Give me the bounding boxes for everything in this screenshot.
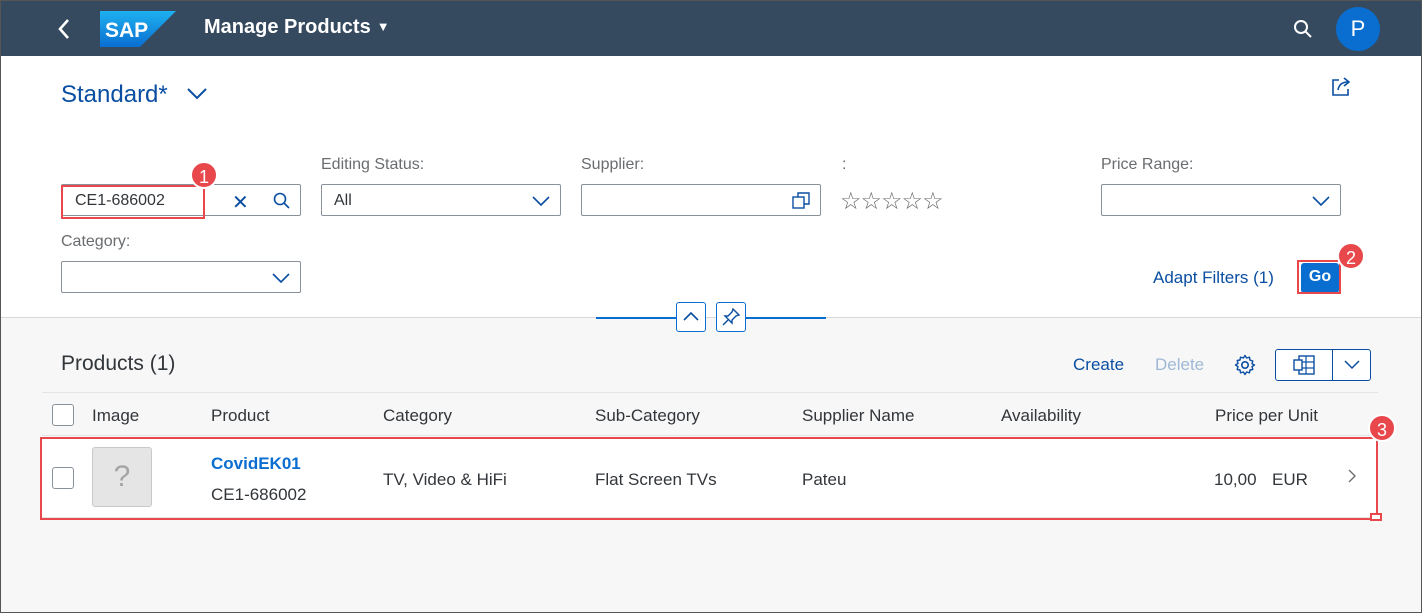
create-button[interactable]: Create [1073,355,1124,375]
table-header: Image Product Category Sub-Category Supp… [42,392,1378,436]
chevron-down-icon[interactable] [532,195,550,207]
app-title: Manage Products [204,16,371,38]
sap-logo-text: SAP [105,19,148,42]
annotation-highlight-search [61,185,205,219]
value-help-icon[interactable] [792,192,810,210]
collapse-header-button[interactable] [676,302,706,332]
editing-status-value: All [334,192,352,209]
column-header-category[interactable]: Category [383,406,452,426]
user-avatar[interactable]: P [1336,7,1380,51]
annotation-highlight-go [1297,260,1341,294]
chevron-down-icon[interactable] [1312,195,1330,207]
sap-logo[interactable]: SAP [100,11,176,47]
column-header-sub-category[interactable]: Sub-Category [595,406,700,426]
annotation-badge-1: 1 [190,161,218,189]
category-label: Category: [61,233,131,250]
annotation-resize-handle [1370,513,1382,521]
split-separator [1332,350,1333,380]
column-header-price-per-unit[interactable]: Price per Unit [1215,406,1318,426]
column-header-product[interactable]: Product [211,406,270,426]
app-title-menu[interactable]: Manage Products ▼ [204,16,390,39]
price-range-select[interactable] [1101,184,1341,216]
chevron-left-icon [58,19,69,39]
chevron-down-icon[interactable] [186,86,208,102]
share-icon[interactable] [1330,76,1352,98]
caret-down-icon: ▼ [376,19,390,34]
supplier-input[interactable] [581,184,821,216]
export-split-button[interactable] [1275,349,1371,381]
variant-title[interactable]: Standard* [61,81,168,109]
delete-button[interactable]: Delete [1155,355,1204,375]
column-header-supplier-name[interactable]: Supplier Name [802,406,914,426]
supplier-label: Supplier: [581,156,645,173]
column-header-availability[interactable]: Availability [1001,406,1081,426]
editing-status-select[interactable]: All [321,184,561,216]
price-range-label: Price Range: [1101,156,1194,173]
column-header-image[interactable]: Image [92,406,139,426]
pin-icon [722,307,741,326]
back-button[interactable] [52,14,76,42]
annotation-badge-2: 2 [1337,242,1365,270]
gear-icon[interactable] [1233,353,1257,377]
excel-export-icon[interactable] [1293,355,1315,375]
pin-header-button[interactable] [716,302,746,332]
header-divider-right [746,317,826,319]
annotation-highlight-row [40,437,1378,520]
search-icon[interactable] [272,191,292,211]
annotation-badge-3: 3 [1368,414,1396,442]
category-select[interactable] [61,261,301,293]
rating-stars[interactable]: ☆☆☆☆☆ [840,187,944,216]
clear-icon[interactable]: ✕ [232,190,249,215]
adapt-filters-link[interactable]: Adapt Filters (1) [1153,268,1274,288]
filter-header: Standard* CE1-686002 ✕ Editing Status: A… [0,56,1422,332]
shell-bar: SAP Manage Products ▼ P [0,0,1422,56]
select-all-checkbox[interactable] [52,404,74,426]
editing-status-label: Editing Status: [321,156,425,173]
chevron-up-icon [683,311,699,321]
rating-label: : [842,156,847,173]
chevron-down-icon[interactable] [1344,360,1360,370]
header-divider-left [596,317,676,319]
chevron-down-icon[interactable] [272,272,290,284]
table-title: Products (1) [61,352,176,375]
search-icon[interactable] [1292,18,1314,40]
